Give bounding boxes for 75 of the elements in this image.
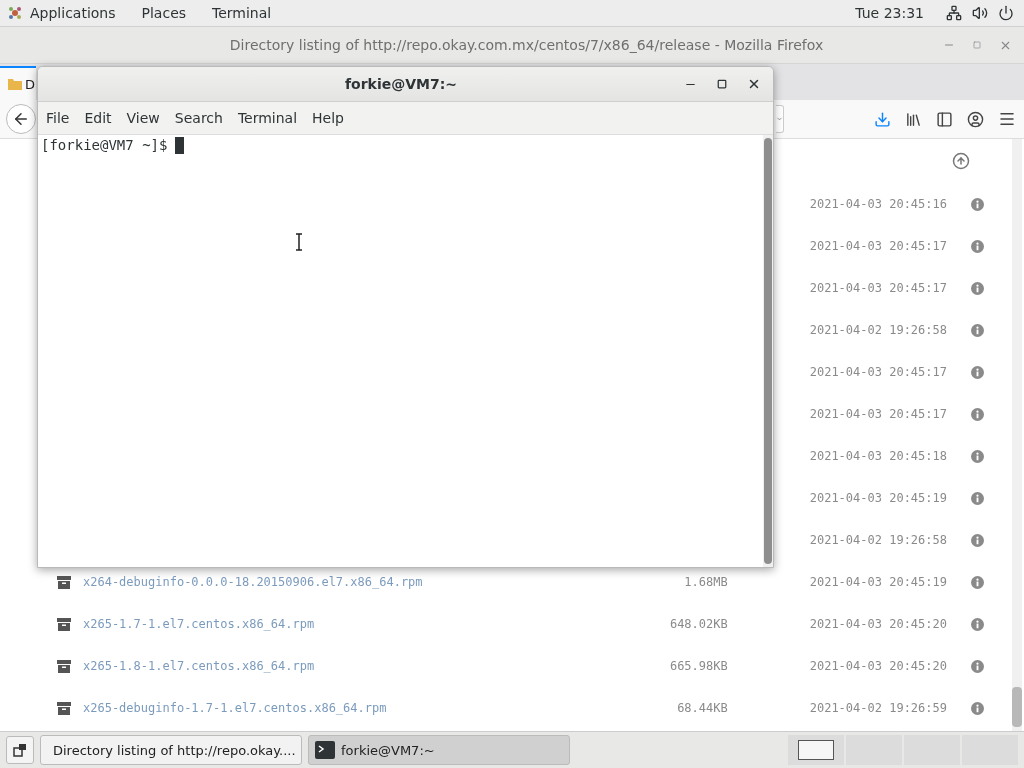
file-size: 648.02KB bbox=[668, 617, 728, 631]
task-button[interactable]: forkie@VM7:~ bbox=[308, 735, 570, 765]
browser-tab[interactable]: D bbox=[0, 66, 36, 100]
menu-item[interactable]: File bbox=[46, 110, 70, 126]
menu-item[interactable]: Help bbox=[312, 110, 344, 126]
top-menu[interactable]: Applications bbox=[30, 5, 116, 21]
library-icon[interactable] bbox=[905, 110, 922, 128]
sidebar-icon[interactable] bbox=[936, 110, 953, 128]
mouse-cursor-icon bbox=[295, 233, 303, 251]
top-menu[interactable]: Terminal bbox=[212, 5, 272, 21]
account-icon[interactable] bbox=[967, 110, 984, 128]
file-date: 2021-04-03 20:45:20 bbox=[809, 617, 947, 631]
clock[interactable]: Tue 23:31 bbox=[855, 5, 924, 21]
url-field[interactable] bbox=[776, 105, 784, 133]
text-cursor bbox=[175, 137, 185, 154]
file-date: 2021-04-03 20:45:19 bbox=[809, 491, 947, 505]
file-date: 2021-04-03 20:45:16 bbox=[809, 197, 947, 211]
info-icon[interactable] bbox=[971, 365, 984, 379]
file-size: 1.68MB bbox=[683, 575, 728, 589]
menu-item[interactable]: Search bbox=[174, 110, 223, 126]
power-icon[interactable] bbox=[998, 5, 1014, 21]
menu-item[interactable]: Edit bbox=[84, 110, 112, 126]
info-icon[interactable] bbox=[971, 575, 984, 589]
file-date: 2021-04-03 20:45:20 bbox=[809, 659, 947, 673]
menu-item[interactable]: Terminal bbox=[237, 110, 298, 126]
info-icon[interactable] bbox=[971, 449, 984, 463]
dropdown-caret-icon[interactable] bbox=[776, 115, 783, 123]
download-icon[interactable] bbox=[874, 110, 891, 128]
file-date: 2021-04-03 20:45:19 bbox=[809, 575, 947, 589]
window-title: forkie@VM7:~ bbox=[343, 76, 459, 92]
file-size: 68.44KB bbox=[676, 701, 728, 715]
info-icon[interactable] bbox=[971, 281, 984, 295]
scrollbar[interactable] bbox=[1012, 139, 1022, 731]
file-date: 2021-04-02 19:26:59 bbox=[809, 701, 947, 715]
app-menu-icon bbox=[8, 6, 22, 20]
workspace-button[interactable] bbox=[788, 735, 844, 765]
info-icon[interactable] bbox=[971, 617, 984, 631]
file-date: 2021-04-03 20:45:17 bbox=[809, 239, 947, 253]
info-icon[interactable] bbox=[971, 491, 984, 505]
file-date: 2021-04-03 20:45:17 bbox=[809, 365, 947, 379]
archive-icon bbox=[57, 617, 71, 631]
file-date: 2021-04-03 20:45:18 bbox=[809, 449, 947, 463]
maximize-icon[interactable] bbox=[717, 79, 727, 89]
info-icon[interactable] bbox=[971, 239, 984, 253]
info-icon[interactable] bbox=[971, 407, 984, 421]
windows-icon bbox=[13, 743, 27, 757]
info-icon[interactable] bbox=[971, 659, 984, 673]
file-date: 2021-04-03 20:45:17 bbox=[809, 407, 947, 421]
file-date: 2021-04-02 19:26:58 bbox=[809, 323, 947, 337]
archive-icon bbox=[57, 575, 71, 589]
close-icon[interactable] bbox=[747, 77, 761, 91]
info-icon[interactable] bbox=[971, 533, 984, 547]
back-button[interactable] bbox=[6, 104, 36, 134]
file-size: 665.98KB bbox=[668, 659, 728, 673]
folder-icon bbox=[8, 78, 22, 90]
file-date: 2021-04-02 19:26:58 bbox=[809, 533, 947, 547]
parent-directory-icon[interactable] bbox=[952, 152, 970, 170]
archive-icon bbox=[57, 701, 71, 715]
info-icon[interactable] bbox=[971, 323, 984, 337]
menu-item[interactable]: View bbox=[126, 110, 160, 126]
menu-icon[interactable] bbox=[998, 110, 1016, 128]
tab-title: D bbox=[25, 76, 35, 92]
task-button[interactable]: Directory listing of http://repo.okay.... bbox=[40, 735, 302, 765]
info-icon[interactable] bbox=[971, 701, 984, 715]
window-title: Directory listing of http://repo.okay.com.mx/centos/7/x86_64/release - Mozilla Firefox bbox=[228, 37, 825, 53]
terminal-icon bbox=[315, 741, 335, 759]
shell-prompt: [forkie@VM7 ~]$ bbox=[41, 137, 168, 153]
archive-icon bbox=[57, 659, 71, 673]
network-icon[interactable] bbox=[946, 5, 962, 21]
scrollbar[interactable] bbox=[763, 135, 773, 567]
top-menu[interactable]: Places bbox=[141, 5, 187, 21]
show-desktop-button[interactable] bbox=[6, 736, 34, 764]
info-icon[interactable] bbox=[971, 197, 984, 211]
file-date: 2021-04-03 20:45:17 bbox=[809, 281, 947, 295]
volume-icon[interactable] bbox=[972, 5, 988, 21]
